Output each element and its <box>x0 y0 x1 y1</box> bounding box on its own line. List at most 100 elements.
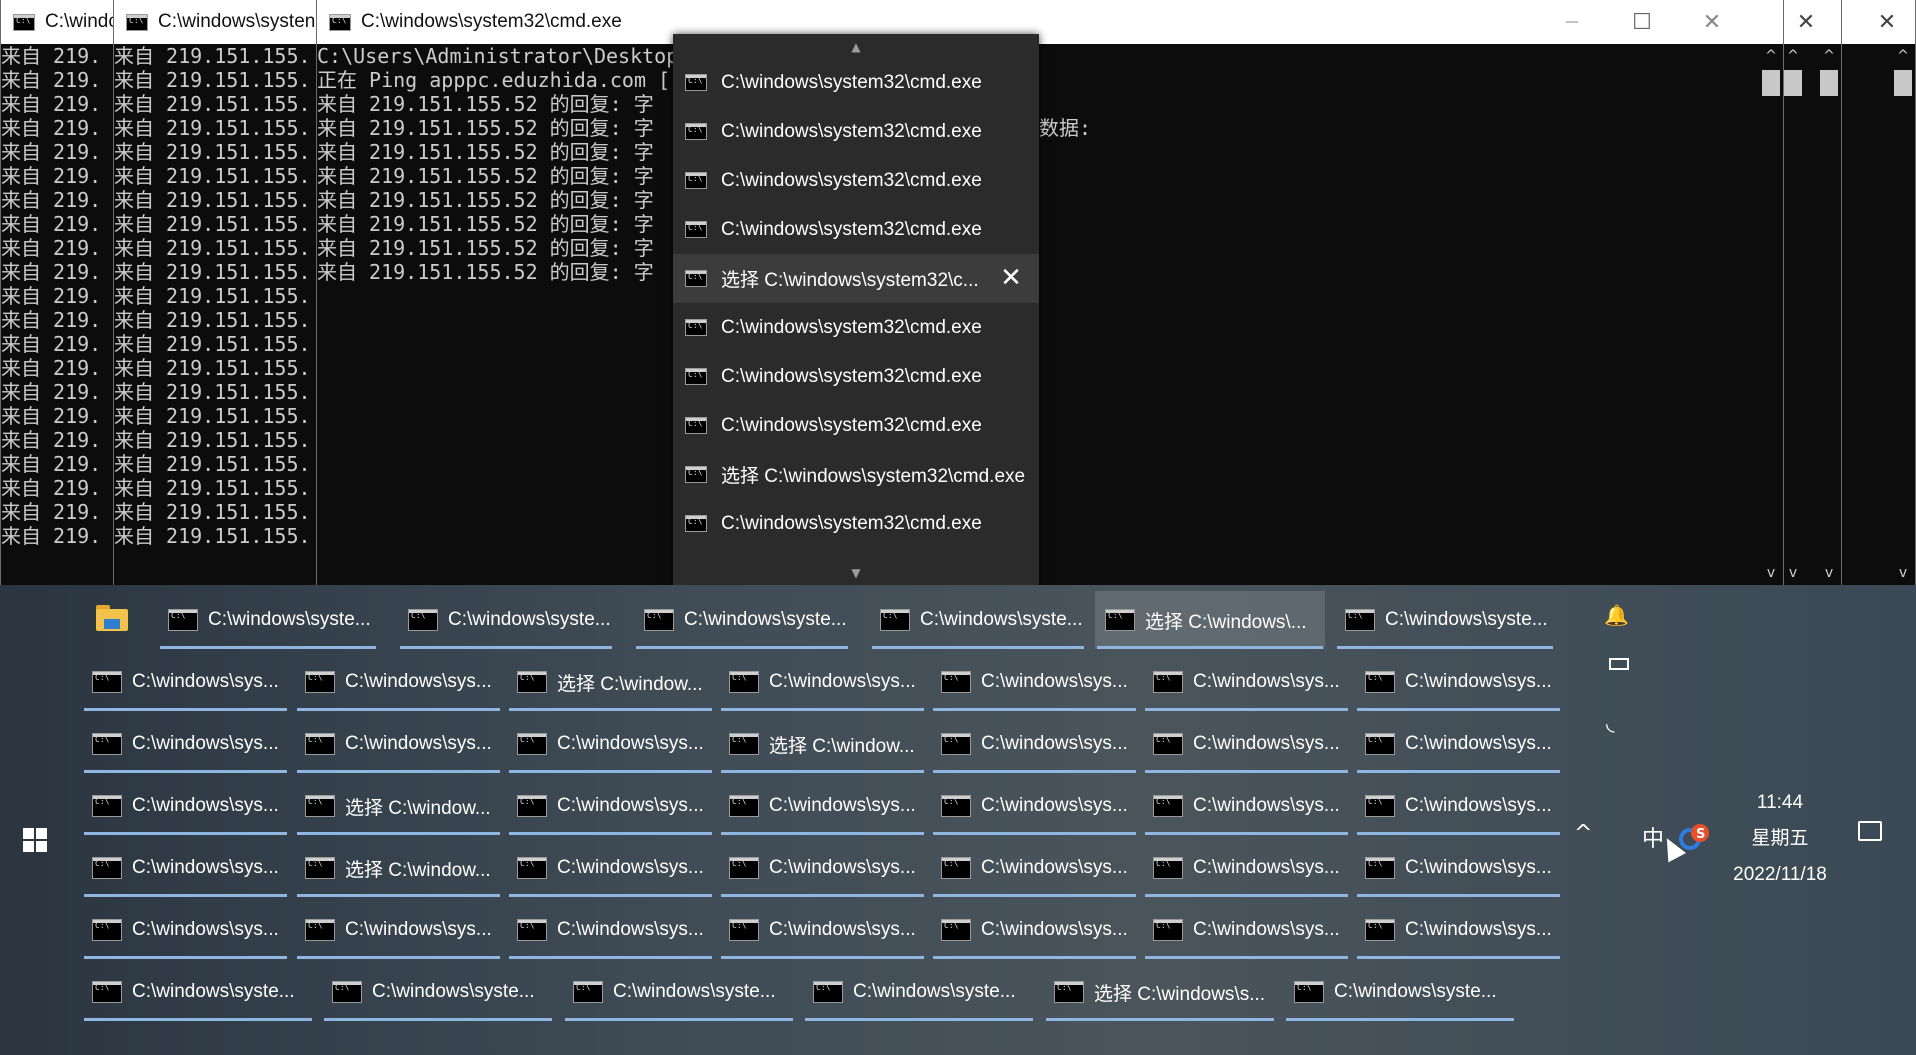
taskbar-button[interactable]: 选择 C:\window... <box>295 839 502 897</box>
taskbar-button[interactable]: 选择 C:\windows\s... <box>1044 963 1276 1021</box>
close-button[interactable]: ✕ <box>1781 0 1831 44</box>
taskbar[interactable]: C:\windows\syste... C:\windows\syste... C:… <box>0 585 1916 1055</box>
taskbar-button[interactable]: C:\windows\sys... <box>1143 653 1350 711</box>
taskbar-button[interactable]: C:\windows\sys... <box>507 901 714 959</box>
taskbar-button[interactable]: C:\windows\syste... <box>398 591 614 649</box>
scroll-up-arrow[interactable]: ^ <box>1817 46 1841 66</box>
taskbar-button[interactable]: C:\windows\sys... <box>507 715 714 773</box>
scrollbar[interactable]: ^ v <box>1759 44 1783 585</box>
taskbar-button[interactable]: C:\windows\sys... <box>82 901 289 959</box>
scrollbar-thumb[interactable] <box>1762 70 1780 96</box>
taskbar-button[interactable]: C:\windows\sys... <box>507 839 714 897</box>
clock[interactable]: 11:44 星期五 2022/11/18 <box>1715 785 1845 893</box>
taskbar-button[interactable]: C:\windows\sys... <box>295 715 502 773</box>
window-list-item[interactable]: 选择 C:\windows\system32\cmd.exe <box>673 450 1039 499</box>
minimize-button[interactable]: — <box>1537 0 1607 44</box>
taskbar-button[interactable]: C:\windows\sys... <box>82 777 289 835</box>
taskbar-button[interactable]: 选择 C:\window... <box>719 715 926 773</box>
scroll-down-arrow[interactable]: v <box>1891 563 1915 583</box>
taskbar-button[interactable]: C:\windows\sys... <box>1143 839 1350 897</box>
scroll-up-arrow[interactable]: ^ <box>1759 46 1783 66</box>
window-list-item[interactable]: 选择 C:\windows\system32\c... ✕ <box>673 254 1039 303</box>
taskbar-button[interactable]: C:\windows\sys... <box>1355 715 1562 773</box>
taskbar-button[interactable]: C:\windows\sys... <box>1355 901 1562 959</box>
scroll-down-icon[interactable]: ▼ <box>673 566 1039 580</box>
taskbar-button[interactable]: C:\windows\sys... <box>719 839 926 897</box>
console-window-2[interactable]: C:\windows\systen 来自 219.151.155.来自 219.… <box>113 0 318 585</box>
taskbar-button[interactable]: C:\windows\sys... <box>82 839 289 897</box>
taskbar-button[interactable]: C:\windows\syste... <box>563 963 795 1021</box>
taskbar-button[interactable]: C:\windows\syste... <box>803 963 1035 1021</box>
taskbar-button[interactable]: C:\windows\sys... <box>82 715 289 773</box>
scrollbar-thumb[interactable] <box>1820 70 1838 96</box>
taskbar-button[interactable]: C:\windows\sys... <box>295 901 502 959</box>
window-titlebar[interactable]: C:\windc <box>1 0 117 44</box>
console-window-1[interactable]: C:\windc 来自 219.来自 219.来自 219.来自 219.来自 … <box>0 0 118 585</box>
taskbar-button[interactable]: C:\windows\sys... <box>1143 901 1350 959</box>
taskbar-button[interactable]: C:\windows\sys... <box>931 777 1138 835</box>
scrollbar-thumb[interactable] <box>1894 70 1912 96</box>
taskbar-button[interactable]: C:\windows\sys... <box>1355 653 1562 711</box>
scrollbar-thumb[interactable] <box>1784 70 1802 96</box>
scroll-up-arrow[interactable]: ^ <box>1781 46 1805 66</box>
window-list-item[interactable]: C:\windows\system32\cmd.exe <box>673 107 1039 156</box>
console-window-3[interactable]: ✕ ^ v ^ v <box>1780 0 1842 585</box>
window-list-item[interactable]: C:\windows\system32\cmd.exe <box>673 58 1039 107</box>
folder-icon[interactable] <box>90 597 138 645</box>
taskbar-button[interactable]: C:\windows\syste... <box>82 963 314 1021</box>
taskbar-button[interactable]: C:\windows\sys... <box>931 715 1138 773</box>
console-window-4[interactable]: ✕ ^ v <box>1836 0 1916 585</box>
bell-icon[interactable]: 🔔 <box>1604 603 1629 627</box>
notification-icon[interactable] <box>1858 821 1882 841</box>
taskbar-button[interactable]: C:\windows\sys... <box>931 653 1138 711</box>
scroll-down-arrow[interactable]: v <box>1759 563 1783 583</box>
console-window-main[interactable]: C:\windows\system32\cmd.exe — ☐ ✕ C:\Use… <box>316 0 1784 585</box>
taskbar-button[interactable]: C:\windows\sys... <box>719 653 926 711</box>
window-titlebar[interactable]: ✕ <box>1837 0 1915 44</box>
taskbar-button[interactable]: C:\windows\sys... <box>931 839 1138 897</box>
taskbar-button[interactable]: C:\windows\sys... <box>295 653 502 711</box>
battery-icon[interactable] <box>1609 658 1629 670</box>
window-list-item[interactable]: C:\windows\system32\cmd.exe <box>673 303 1039 352</box>
window-titlebar[interactable]: C:\windows\system32\cmd.exe — ☐ ✕ <box>317 0 1783 44</box>
maximize-button[interactable]: ☐ <box>1607 0 1677 44</box>
window-list-item[interactable]: C:\windows\system32\cmd.exe <box>673 156 1039 205</box>
window-list-item[interactable]: C:\windows\system32\cmd.exe <box>673 499 1039 548</box>
taskbar-button[interactable]: C:\windows\sys... <box>1143 715 1350 773</box>
window-list-item[interactable]: C:\windows\system32\cmd.exe <box>673 352 1039 401</box>
window-titlebar[interactable]: ✕ <box>1781 0 1841 44</box>
chevron-up-icon[interactable]: ^ <box>1574 821 1592 846</box>
taskbar-button[interactable]: C:\windows\sys... <box>719 901 926 959</box>
close-button[interactable]: ✕ <box>1862 0 1912 44</box>
taskbar-button[interactable]: C:\windows\syste... <box>634 591 850 649</box>
scrollbar[interactable]: ^ v <box>1891 44 1915 585</box>
taskbar-button[interactable]: C:\windows\sys... <box>719 777 926 835</box>
taskbar-button[interactable]: C:\windows\sys... <box>1143 777 1350 835</box>
window-titlebar[interactable]: C:\windows\systen <box>114 0 317 44</box>
scroll-down-arrow[interactable]: v <box>1817 563 1841 583</box>
close-icon[interactable]: ✕ <box>997 264 1025 292</box>
scroll-down-arrow[interactable]: v <box>1781 563 1805 583</box>
taskbar-button[interactable]: C:\windows\syste... <box>322 963 554 1021</box>
taskbar-button[interactable]: C:\windows\syste... <box>1335 591 1555 649</box>
network-icon[interactable]: ◟ <box>1606 711 1615 736</box>
taskbar-button[interactable]: C:\windows\sys... <box>1355 839 1562 897</box>
scrollbar[interactable]: ^ v <box>1817 44 1841 585</box>
window-list-item[interactable]: C:\windows\system32\cmd.exe <box>673 205 1039 254</box>
taskbar-button[interactable]: C:\windows\syste... <box>158 591 378 649</box>
taskbar-button[interactable]: C:\windows\sys... <box>507 777 714 835</box>
window-list-popup[interactable]: ▲ C:\windows\system32\cmd.exe C:\windows\… <box>673 34 1039 586</box>
taskbar-button[interactable]: C:\windows\sys... <box>82 653 289 711</box>
taskbar-button[interactable]: C:\windows\sys... <box>931 901 1138 959</box>
taskbar-button[interactable]: C:\windows\syste... <box>1284 963 1516 1021</box>
taskbar-button[interactable]: 选择 C:\window... <box>295 777 502 835</box>
scrollbar[interactable]: ^ v <box>1781 44 1805 585</box>
taskbar-button[interactable]: C:\windows\sys... <box>1355 777 1562 835</box>
taskbar-button[interactable]: 选择 C:\window... <box>507 653 714 711</box>
taskbar-button[interactable]: C:\windows\syste... <box>870 591 1086 649</box>
window-list-item[interactable]: C:\windows\system32\cmd.exe <box>673 401 1039 450</box>
taskbar-button[interactable]: 选择 C:\windows\... <box>1095 591 1325 649</box>
close-button[interactable]: ✕ <box>1677 0 1747 44</box>
scroll-up-arrow[interactable]: ^ <box>1891 46 1915 66</box>
scroll-up-icon[interactable]: ▲ <box>673 40 1039 54</box>
